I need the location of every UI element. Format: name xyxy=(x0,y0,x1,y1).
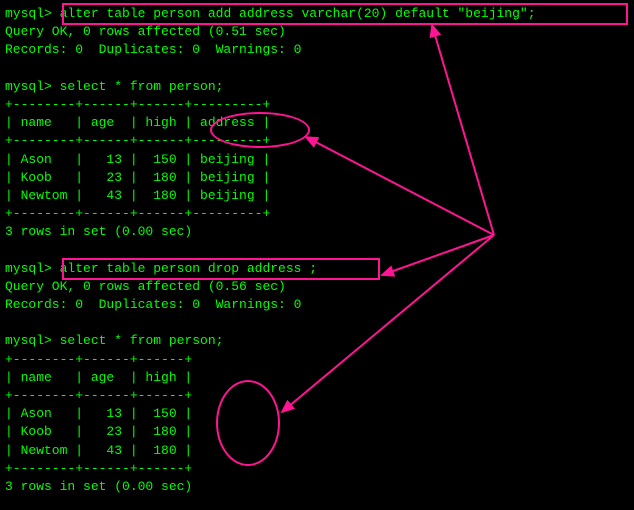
alter-add-command: alter table person add address varchar(2… xyxy=(60,6,536,21)
query-ok-2: Query OK, 0 rows affected (0.56 sec) xyxy=(5,278,629,296)
table2-header: | name | age | high | xyxy=(5,369,629,387)
alter-drop-command: alter table person drop address ; xyxy=(60,261,317,276)
table2-border: +--------+------+------+ xyxy=(5,351,629,369)
records-1: Records: 0 Duplicates: 0 Warnings: 0 xyxy=(5,41,629,59)
select-command-2: select * from person; xyxy=(60,333,224,348)
table1-header: | name | age | high | address | xyxy=(5,114,629,132)
query-ok-1: Query OK, 0 rows affected (0.51 sec) xyxy=(5,23,629,41)
terminal-output: mysql> alter table person add address va… xyxy=(5,5,629,496)
mysql-prompt: mysql> xyxy=(5,79,52,94)
rows-in-set-1: 3 rows in set (0.00 sec) xyxy=(5,223,629,241)
mysql-prompt: mysql> xyxy=(5,6,52,21)
table1-border: +--------+------+------+---------+ xyxy=(5,96,629,114)
table-row: | Koob | 23 | 180 | beijing | xyxy=(5,169,629,187)
mysql-prompt: mysql> xyxy=(5,333,52,348)
mysql-prompt: mysql> xyxy=(5,261,52,276)
table2-border: +--------+------+------+ xyxy=(5,387,629,405)
table1-border: +--------+------+------+---------+ xyxy=(5,205,629,223)
records-2: Records: 0 Duplicates: 0 Warnings: 0 xyxy=(5,296,629,314)
table-row: | Ason | 13 | 150 | xyxy=(5,405,629,423)
table2-border: +--------+------+------+ xyxy=(5,460,629,478)
table1-border: +--------+------+------+---------+ xyxy=(5,132,629,150)
table-row: | Koob | 23 | 180 | xyxy=(5,423,629,441)
table-row: | Ason | 13 | 150 | beijing | xyxy=(5,151,629,169)
select-command-1: select * from person; xyxy=(60,79,224,94)
table-row: | Newtom | 43 | 180 | xyxy=(5,442,629,460)
rows-in-set-2: 3 rows in set (0.00 sec) xyxy=(5,478,629,496)
table-row: | Newtom | 43 | 180 | beijing | xyxy=(5,187,629,205)
